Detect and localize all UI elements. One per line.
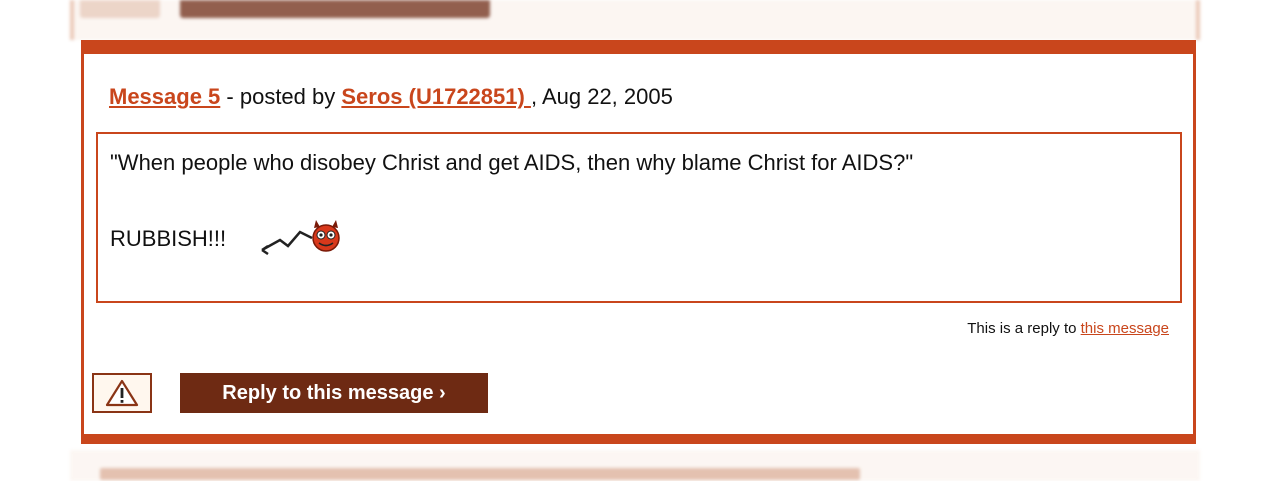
next-post-header-line (100, 468, 860, 480)
complain-button[interactable] (92, 373, 152, 413)
message-card-top-bar (81, 40, 1196, 54)
message-body-line-2: RUBBISH!!! (110, 226, 227, 251)
warning-triangle-icon (105, 379, 139, 407)
message-body-line-1: "When people who disobey Christ and get … (110, 150, 914, 175)
devil-smiley-icon (261, 220, 340, 256)
previous-post-border-left (70, 0, 74, 40)
message-title-link[interactable]: Message 5 (109, 84, 220, 109)
author-link[interactable]: Seros (U1722851) (341, 84, 531, 109)
message-body: "When people who disobey Christ and get … (96, 132, 1182, 303)
previous-post-border-right (1196, 0, 1200, 40)
previous-post-reply-button[interactable] (180, 0, 490, 18)
reply-note: This is a reply to this message (967, 320, 1169, 337)
posted-by-text: - posted by (220, 84, 342, 109)
post-date: , Aug 22, 2005 (530, 84, 673, 109)
previous-post-fragment (70, 0, 1200, 40)
reply-note-prefix: This is a reply to (967, 320, 1081, 337)
message-card-bottom-bar (81, 434, 1196, 444)
message-header: Message 5 - posted by Seros (U1722851) ,… (109, 84, 673, 110)
parent-message-link[interactable]: this message (1081, 320, 1169, 337)
reply-button[interactable]: Reply to this message › (180, 373, 488, 413)
next-post-fragment (70, 450, 1200, 481)
previous-post-warn-button[interactable] (80, 0, 160, 18)
message-card: Message 5 - posted by Seros (U1722851) ,… (81, 40, 1196, 444)
